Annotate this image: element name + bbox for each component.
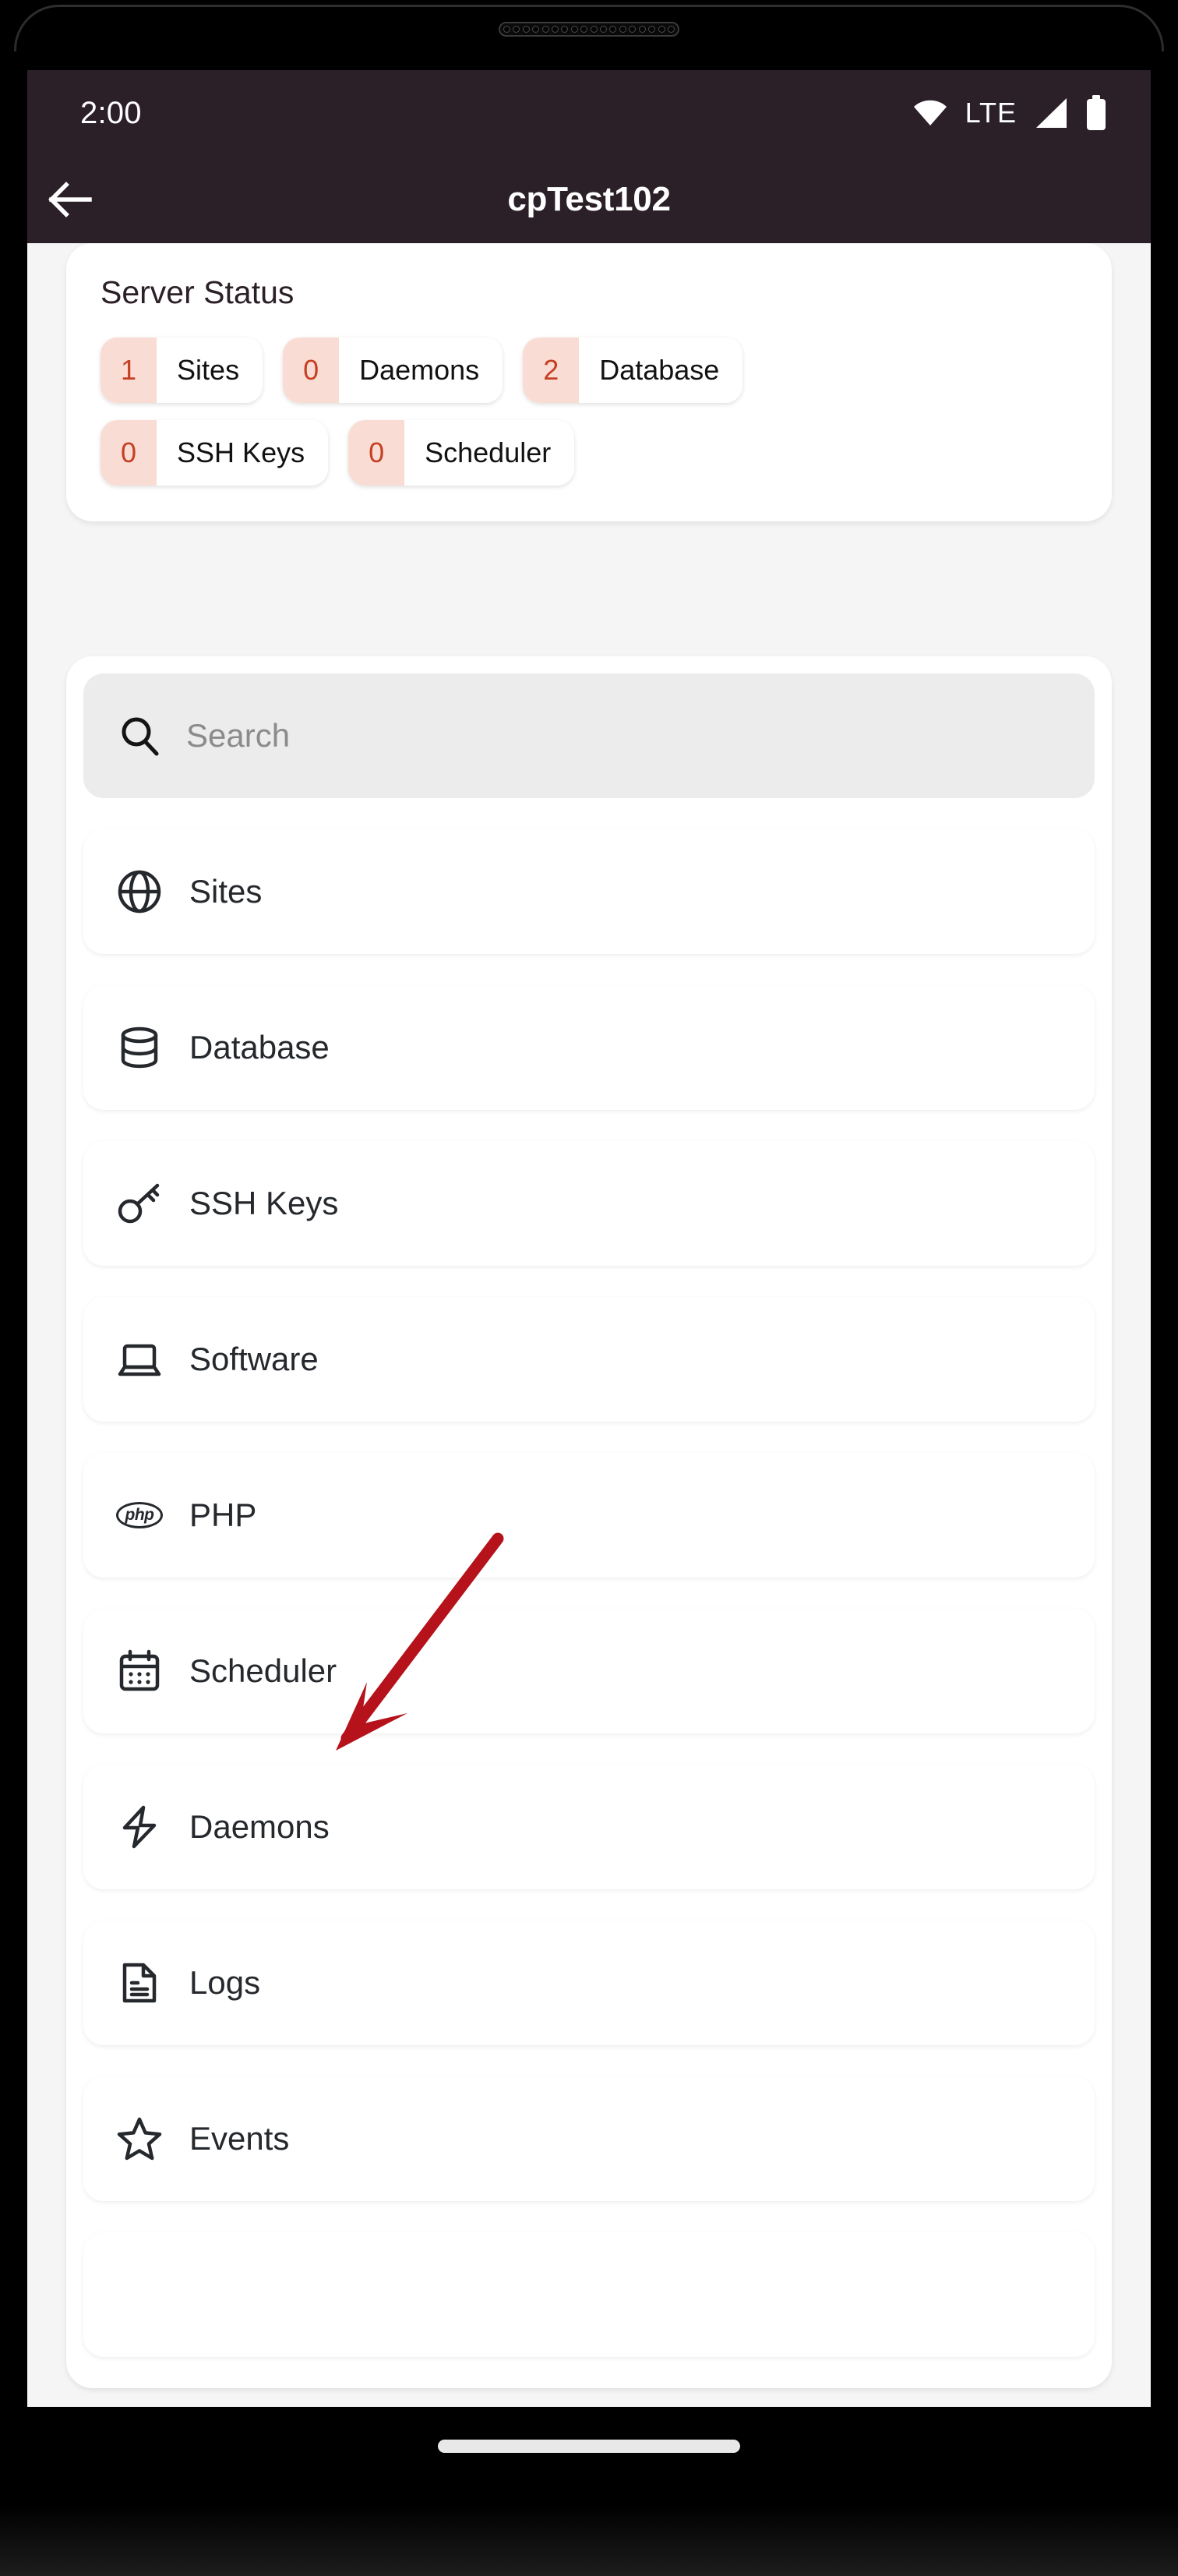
globe-icon <box>116 868 163 915</box>
status-chip-database[interactable]: 2 Database <box>523 337 743 403</box>
status-bar-clock: 2:00 <box>80 95 142 130</box>
page-title: cpTest102 <box>507 180 671 218</box>
status-chip-label: SSH Keys <box>157 420 329 486</box>
app-bar: cpTest102 <box>27 156 1151 243</box>
calendar-icon <box>116 1648 163 1694</box>
search-input[interactable]: Search <box>83 673 1095 798</box>
status-chip-ssh-keys[interactable]: 0 SSH Keys <box>101 420 329 486</box>
menu-item-label: Daemons <box>189 1808 330 1845</box>
status-chip-sites[interactable]: 1 Sites <box>101 337 263 403</box>
server-status-chips: 1 Sites 0 Daemons 2 Database 0 SSH Keys … <box>101 337 1077 486</box>
menu-card: Search Sites Database SSH Keys Software … <box>66 656 1112 2388</box>
status-chip-daemons[interactable]: 0 Daemons <box>283 337 503 403</box>
status-chip-scheduler[interactable]: 0 Scheduler <box>348 420 575 486</box>
menu-item-scheduler[interactable]: Scheduler <box>83 1609 1095 1733</box>
status-chip-count: 0 <box>348 420 405 486</box>
cellular-signal-icon <box>1036 98 1067 128</box>
search-placeholder: Search <box>186 717 291 754</box>
menu-item-label: Events <box>189 2120 290 2157</box>
menu-item-label: PHP <box>189 1496 257 1533</box>
status-chip-count: 2 <box>523 337 580 403</box>
status-chip-label: Database <box>579 337 743 403</box>
menu-item-ssh-keys[interactable]: SSH Keys <box>83 1141 1095 1266</box>
menu-item-label: Software <box>189 1341 319 1377</box>
menu-item-logs[interactable]: Logs <box>83 1921 1095 2045</box>
phone-bezel-bottom <box>0 2506 1178 2576</box>
server-status-card: Server Status 1 Sites 0 Daemons 2 Databa… <box>66 243 1112 521</box>
back-button[interactable] <box>27 156 113 243</box>
menu-item-events[interactable]: Events <box>83 2076 1095 2201</box>
status-bar-icons: LTE <box>912 95 1107 131</box>
chip-row-2: 0 SSH Keys 0 Scheduler <box>101 420 1077 486</box>
menu-item-sites[interactable]: Sites <box>83 829 1095 954</box>
laptop-icon <box>116 1336 163 1383</box>
menu-item-php[interactable]: php PHP <box>83 1453 1095 1578</box>
network-type-label: LTE <box>965 97 1017 129</box>
menu-item-label: SSH Keys <box>189 1185 339 1221</box>
phone-screen: 2:00 LTE cpTest102 Server Status 1 Sites… <box>27 70 1151 2407</box>
status-chip-label: Scheduler <box>404 420 575 486</box>
menu-item-label: Sites <box>189 873 263 910</box>
status-chip-count: 0 <box>101 420 157 486</box>
menu-item-label: Scheduler <box>189 1652 337 1689</box>
page-body: Server Status 1 Sites 0 Daemons 2 Databa… <box>27 243 1151 2407</box>
php-logo-text: php <box>116 1502 163 1528</box>
status-chip-count: 0 <box>283 337 340 403</box>
search-icon <box>122 717 159 756</box>
status-chip-label: Daemons <box>339 337 503 403</box>
menu-item-label: Logs <box>189 1964 261 2001</box>
server-status-title: Server Status <box>101 274 294 310</box>
menu-item-daemons[interactable]: Daemons <box>83 1765 1095 1889</box>
key-icon <box>116 1180 163 1227</box>
status-bar: 2:00 LTE <box>27 70 1151 156</box>
menu-item-software[interactable]: Software <box>83 1297 1095 1422</box>
lightning-bolt-icon <box>116 1804 163 1850</box>
home-indicator[interactable] <box>438 2440 740 2453</box>
back-arrow-icon <box>48 182 92 217</box>
phone-frame: 2:00 LTE cpTest102 Server Status 1 Sites… <box>0 0 1178 2576</box>
menu-item-database[interactable]: Database <box>83 985 1095 1110</box>
menu-item-label: Database <box>189 1029 330 1065</box>
status-chip-label: Sites <box>157 337 263 403</box>
bottom-nav-strip <box>27 2407 1151 2512</box>
chip-row-1: 1 Sites 0 Daemons 2 Database <box>101 337 1077 403</box>
star-icon <box>116 2115 163 2162</box>
menu-item-partial[interactable] <box>83 2232 1095 2357</box>
wifi-icon <box>913 100 947 125</box>
speaker-grille <box>499 22 679 37</box>
battery-icon <box>1087 95 1106 130</box>
document-icon <box>116 1959 163 2006</box>
php-icon: php <box>116 1492 163 1539</box>
database-icon <box>116 1024 163 1071</box>
status-chip-count: 1 <box>101 337 157 403</box>
